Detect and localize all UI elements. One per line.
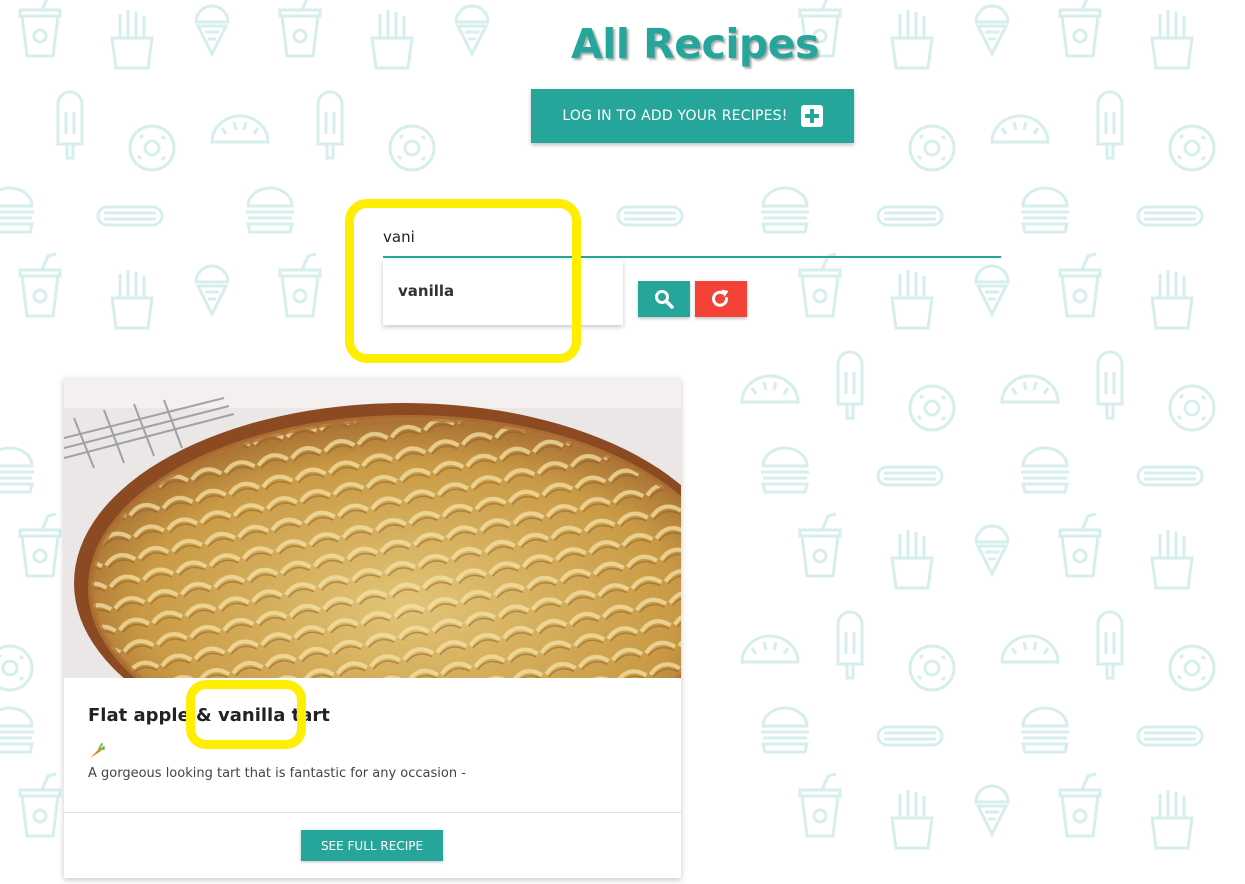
recipe-card: Flat apple & vanilla tart A gorgeous loo… (64, 378, 681, 878)
login-to-add-recipes-button[interactable]: LOG IN TO ADD YOUR RECIPES! (531, 89, 854, 143)
reset-button[interactable] (695, 281, 747, 317)
search-input[interactable] (383, 218, 1001, 258)
redo-icon (712, 289, 729, 307)
recipe-title: Flat apple & vanilla tart (88, 705, 330, 726)
recipe-image (64, 378, 681, 678)
login-button-label: LOG IN TO ADD YOUR RECIPES! (562, 108, 788, 124)
search-button[interactable] (638, 281, 690, 317)
plus-box-icon (800, 105, 823, 127)
carrot-icon (90, 743, 105, 758)
page-title: All Recipes (571, 20, 819, 68)
see-full-recipe-button[interactable]: SEE FULL RECIPE (301, 830, 443, 861)
autocomplete-dropdown: vanilla (383, 260, 623, 325)
search-icon (655, 290, 674, 309)
autocomplete-option[interactable]: vanilla (398, 282, 454, 300)
card-divider (64, 812, 681, 813)
recipe-description: A gorgeous looking tart that is fantasti… (88, 766, 466, 781)
